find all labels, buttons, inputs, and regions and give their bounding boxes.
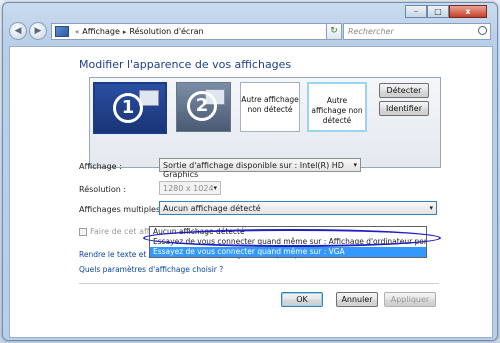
- dropdown-option[interactable]: Essayez de vous connecter quand même sur…: [150, 237, 426, 247]
- breadcrumb-affichage[interactable]: Affichage: [82, 27, 120, 36]
- chevron-down-icon: ▾: [213, 184, 217, 192]
- breadcrumb-overflow[interactable]: «: [75, 28, 79, 36]
- search-icon[interactable]: [478, 26, 487, 35]
- maximize-button[interactable]: □: [427, 5, 449, 18]
- identify-button[interactable]: Identifier: [379, 101, 429, 116]
- monitor-1[interactable]: 1: [93, 82, 167, 134]
- resolution-label: Résolution :: [79, 185, 127, 194]
- close-button[interactable]: x: [449, 5, 487, 18]
- multiple-displays-value: Aucun affichage détecté: [163, 204, 261, 213]
- search-input[interactable]: Rechercher: [343, 23, 491, 40]
- divider: [79, 283, 439, 284]
- monitor-2[interactable]: 2: [176, 82, 231, 132]
- navigation-toolbar: ◀ ▶ « Affichage ▸ Résolution d'écran ▾ ↻…: [7, 21, 495, 43]
- dropdown-option-selected[interactable]: Essayez de vous connecter quand même sur…: [150, 247, 426, 257]
- refresh-button[interactable]: ↻: [326, 23, 342, 40]
- chevron-down-icon: ▾: [429, 204, 433, 212]
- breadcrumb-separator-icon[interactable]: ▸: [123, 28, 127, 36]
- dropdown-option[interactable]: Aucun affichage détecté: [150, 227, 426, 237]
- apply-button: Appliquer: [384, 292, 436, 307]
- breadcrumb-resolution[interactable]: Résolution d'écran: [129, 27, 203, 36]
- which-settings-link[interactable]: Quels paramètres d'affichage choisir ?: [79, 265, 223, 274]
- multiple-displays-label: Affichages multiples :: [79, 205, 166, 214]
- address-bar[interactable]: « Affichage ▸ Résolution d'écran ▾: [51, 23, 333, 40]
- display-select[interactable]: Sortie d'affichage disponible sur : Inte…: [159, 158, 361, 179]
- control-panel-window: – □ x ◀ ▶ « Affichage ▸ Résolution d'écr…: [2, 2, 498, 341]
- page-title: Modifier l'apparence de vos affichages: [79, 58, 292, 71]
- monitor-2-number: 2: [187, 91, 217, 121]
- search-placeholder: Rechercher: [348, 27, 394, 36]
- multiple-displays-dropdown[interactable]: Aucun affichage détecté Essayez de vous …: [149, 226, 427, 258]
- chevron-down-icon: ▾: [353, 161, 357, 169]
- main-content: Modifier l'apparence de vos affichages 1…: [9, 46, 493, 338]
- minimize-button[interactable]: –: [405, 5, 427, 18]
- monitor-3-undetected[interactable]: Autre affichage non détecté: [240, 82, 300, 132]
- window-caption-buttons: – □ x: [405, 5, 487, 18]
- multiple-displays-select[interactable]: Aucun affichage détecté ▾: [159, 201, 437, 215]
- resolution-select-value: 1280 x 1024: [163, 184, 214, 193]
- resolution-select: 1280 x 1024 ▾: [159, 181, 221, 195]
- monitor-1-number: 1: [113, 93, 143, 123]
- ok-button[interactable]: OK: [281, 292, 323, 307]
- display-select-value: Sortie d'affichage disponible sur : Inte…: [163, 161, 344, 179]
- control-panel-icon: [55, 26, 69, 37]
- make-main-display-checkbox[interactable]: [79, 228, 87, 236]
- display-label: Affichage :: [79, 162, 122, 171]
- back-button[interactable]: ◀: [9, 22, 27, 40]
- forward-button[interactable]: ▶: [29, 22, 47, 40]
- monitor-4-undetected[interactable]: Autre affichage non détecté: [307, 82, 367, 132]
- detect-button[interactable]: Détecter: [379, 83, 429, 98]
- cancel-button[interactable]: Annuler: [336, 292, 378, 307]
